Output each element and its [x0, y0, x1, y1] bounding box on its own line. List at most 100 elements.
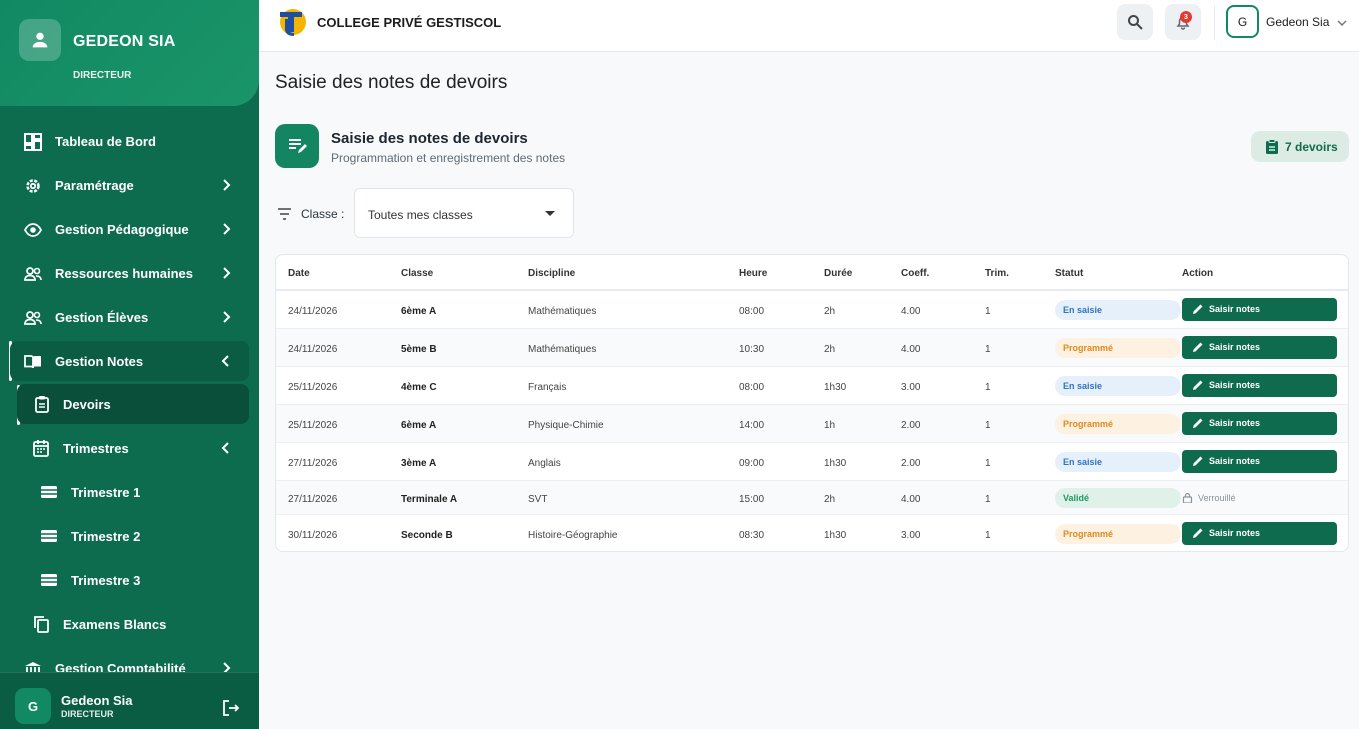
class-select[interactable]: Toutes mes classes: [354, 188, 574, 238]
column-header[interactable]: Durée: [824, 268, 852, 279]
sidebar-item-label: Ressources humaines: [55, 266, 194, 281]
list-box-icon: [41, 486, 57, 498]
cell-heure: 08:00: [739, 382, 765, 393]
status-badge: En saisie: [1055, 452, 1181, 472]
sidebar-item-tableau-de-bord[interactable]: Tableau de Bord: [10, 121, 249, 161]
cell-coeff: 3.00: [901, 530, 921, 541]
chevron-right-icon: [223, 179, 231, 191]
pencil-icon: [1193, 418, 1203, 428]
sidebar-item-gestion-eleves[interactable]: Gestion Élèves: [10, 297, 249, 337]
cell-duree: 1h30: [824, 382, 847, 393]
calendar-icon: [33, 440, 49, 457]
button-label: Saisir notes: [1209, 304, 1261, 314]
cell-date: 27/11/2026: [288, 458, 338, 469]
cell-coeff: 4.00: [901, 306, 921, 317]
cell-heure: 10:30: [739, 344, 765, 355]
cell-classe: 6ème A: [401, 306, 437, 317]
cell-classe: 5ème B: [401, 344, 437, 355]
list-box-icon: [41, 574, 57, 586]
cell-discipline: Anglais: [528, 458, 561, 469]
page-title: Saisie des notes de devoirs: [275, 72, 508, 93]
table-row: 30/11/2026 Seconde B Histoire-Géographie…: [276, 515, 1348, 551]
cell-coeff: 3.00: [901, 382, 921, 393]
button-label: Saisir notes: [1209, 342, 1261, 352]
cell-date: 24/11/2026: [288, 344, 338, 355]
devoirs-count-badge: 7 devoirs: [1251, 131, 1349, 162]
cell-discipline: Mathématiques: [528, 306, 597, 317]
footer-user-role: DIRECTEUR: [61, 709, 114, 719]
status-badge: Programmé: [1055, 524, 1181, 544]
sidebar-item-trimestre-3[interactable]: Trimestre 3: [17, 560, 249, 600]
saisir-notes-button[interactable]: Saisir notes: [1182, 336, 1337, 359]
sidebar-item-parametrage[interactable]: Paramétrage: [10, 165, 249, 205]
column-header[interactable]: Date: [288, 268, 310, 279]
profile-role: DIRECTEUR: [73, 70, 132, 81]
sidebar-item-trimestre-2[interactable]: Trimestre 2: [17, 516, 249, 556]
sidebar-item-devoirs[interactable]: Devoirs: [17, 384, 249, 424]
cell-discipline: Physique-Chimie: [528, 420, 604, 431]
cell-classe: Terminale A: [401, 494, 458, 505]
button-label: Saisir notes: [1209, 456, 1261, 466]
table-header: Date Classe Discipline Heure Durée Coeff…: [276, 255, 1348, 291]
cell-date: 25/11/2026: [288, 420, 338, 431]
sidebar-item-gestion-pedagogique[interactable]: Gestion Pédagogique: [10, 209, 249, 249]
column-header[interactable]: Coeff.: [901, 268, 929, 279]
logout-icon[interactable]: [222, 699, 240, 717]
saisir-notes-button[interactable]: Saisir notes: [1182, 450, 1337, 473]
sidebar-item-ressources-humaines[interactable]: Ressources humaines: [10, 253, 249, 293]
cell-date: 30/11/2026: [288, 530, 338, 541]
column-header[interactable]: Statut: [1055, 268, 1083, 279]
avatar[interactable]: G: [1226, 5, 1259, 38]
search-button[interactable]: [1117, 4, 1153, 40]
cell-discipline: SVT: [528, 494, 548, 505]
dropdown-arrow-icon: [545, 211, 555, 216]
table-row: 24/11/2026 5ème B Mathématiques 10:30 2h…: [276, 329, 1348, 367]
notifications-button[interactable]: 3: [1165, 4, 1201, 40]
saisir-notes-button[interactable]: Saisir notes: [1182, 298, 1337, 321]
button-label: Saisir notes: [1209, 528, 1261, 538]
chevron-right-icon: [223, 223, 231, 235]
sidebar-item-label: Trimestre 3: [71, 573, 141, 588]
clipboard-icon: [35, 396, 49, 413]
sidebar-item-gestion-notes[interactable]: Gestion Notes: [10, 341, 249, 381]
pencil-icon: [1193, 304, 1203, 314]
sidebar-item-label: Gestion Notes: [55, 354, 144, 369]
saisir-notes-button[interactable]: Saisir notes: [1182, 374, 1337, 397]
cell-heure: 15:00: [739, 494, 765, 505]
school-logo: [280, 9, 306, 36]
avatar: G: [15, 688, 51, 724]
cell-duree: 1h30: [824, 458, 847, 469]
status-badge: En saisie: [1055, 376, 1181, 396]
sidebar-item-label: Examens Blancs: [63, 617, 167, 632]
cell-duree: 2h: [824, 306, 836, 317]
saisir-notes-button[interactable]: Saisir notes: [1182, 522, 1337, 545]
column-header[interactable]: Heure: [739, 268, 767, 279]
edit-note-icon: [275, 124, 319, 168]
footer-user-name: Gedeon Sia: [61, 693, 133, 708]
sidebar-item-label: Gestion Pédagogique: [55, 222, 189, 237]
cell-coeff: 4.00: [901, 344, 921, 355]
lock-icon: [1182, 492, 1193, 503]
column-header[interactable]: Discipline: [528, 268, 575, 279]
cell-discipline: Histoire-Géographie: [528, 530, 618, 541]
profile-name: GEDEON SIA: [73, 33, 176, 50]
cell-classe: 3ème A: [401, 458, 437, 469]
sidebar-footer: G Gedeon Sia DIRECTEUR: [0, 672, 259, 729]
chevron-down-icon[interactable]: [1336, 17, 1348, 29]
saisir-notes-button[interactable]: Saisir notes: [1182, 412, 1337, 435]
cell-trim: 1: [985, 530, 991, 541]
devoirs-table: Date Classe Discipline Heure Durée Coeff…: [275, 254, 1349, 552]
column-header[interactable]: Classe: [401, 268, 433, 279]
search-icon: [1128, 15, 1143, 30]
sidebar-item-trimestres[interactable]: Trimestres: [17, 428, 249, 468]
top-bar: COLLEGE PRIVÉ GESTISCOL 3 G Gedeon Sia: [259, 0, 1359, 52]
cell-trim: 1: [985, 420, 991, 431]
status-badge: En saisie: [1055, 300, 1181, 320]
section-title: Saisie des notes de devoirs: [331, 130, 528, 147]
class-select-value: Toutes mes classes: [368, 208, 473, 222]
sidebar-item-trimestre-1[interactable]: Trimestre 1: [17, 472, 249, 512]
user-menu-name[interactable]: Gedeon Sia: [1266, 15, 1329, 29]
column-header[interactable]: Trim.: [985, 268, 1009, 279]
sidebar-item-label: Trimestre 2: [71, 529, 141, 544]
sidebar-item-examens-blancs[interactable]: Examens Blancs: [17, 604, 249, 644]
